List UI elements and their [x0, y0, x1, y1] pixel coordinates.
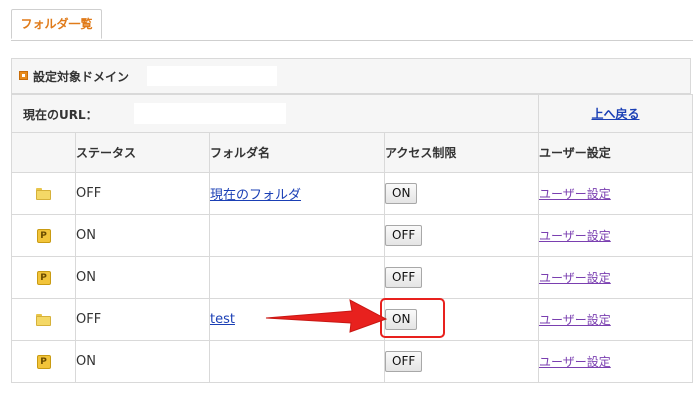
folder-table: 現在のURL： 上へ戻る ステータス フォルダ名 アクセス制限 ユーザー設定 O…	[11, 94, 693, 383]
status-cell: ON	[75, 214, 210, 257]
current-url-redacted	[134, 103, 286, 124]
header-user-settings: ユーザー設定	[538, 132, 693, 173]
table-row: P ON OFF ユーザー設定	[11, 214, 693, 257]
table-row: OFF test ON ユーザー設定	[11, 298, 693, 341]
user-settings-link[interactable]: ユーザー設定	[539, 187, 611, 201]
protected-folder-icon[interactable]: P	[36, 228, 51, 243]
protected-folder-icon[interactable]: P	[36, 270, 51, 285]
folder-icon[interactable]	[36, 313, 51, 326]
header-status: ステータス	[75, 132, 210, 173]
header-icon	[11, 132, 76, 173]
folder-icon[interactable]	[36, 187, 51, 200]
status-cell: ON	[75, 256, 210, 299]
url-row: 現在のURL： 上へ戻る	[11, 94, 693, 133]
square-bullet-icon	[19, 71, 28, 80]
header-access-restriction: アクセス制限	[384, 132, 539, 173]
folder-link[interactable]: test	[210, 312, 235, 327]
domain-label: 設定対象ドメイン	[33, 70, 130, 84]
header-folder-name: フォルダ名	[209, 132, 385, 173]
user-settings-link[interactable]: ユーザー設定	[539, 355, 611, 369]
status-cell: ON	[75, 340, 210, 383]
access-toggle-button[interactable]: OFF	[385, 267, 423, 288]
user-settings-link[interactable]: ユーザー設定	[539, 271, 611, 285]
user-settings-link[interactable]: ユーザー設定	[539, 229, 611, 243]
status-cell: OFF	[75, 172, 210, 215]
url-cell: 現在のURL：	[11, 94, 539, 133]
status-cell: OFF	[75, 298, 210, 341]
table-row: P ON OFF ユーザー設定	[11, 256, 693, 299]
folder-link[interactable]: 現在のフォルダ	[210, 188, 301, 203]
tab-folder-list[interactable]: フォルダ一覧	[11, 9, 102, 39]
domain-bar: 設定対象ドメイン	[11, 58, 691, 94]
protected-folder-icon[interactable]: P	[36, 354, 51, 369]
highlight-box	[380, 298, 445, 338]
table-row: P ON OFF ユーザー設定	[11, 340, 693, 383]
table-header-row: ステータス フォルダ名 アクセス制限 ユーザー設定	[11, 132, 693, 173]
back-up-link[interactable]: 上へ戻る	[538, 94, 693, 133]
access-toggle-button[interactable]: ON	[385, 183, 418, 204]
user-settings-link[interactable]: ユーザー設定	[539, 313, 611, 327]
access-toggle-button[interactable]: OFF	[385, 225, 423, 246]
tab-bar: フォルダ一覧	[11, 9, 693, 41]
domain-value-redacted	[147, 66, 277, 86]
current-url-label: 現在のURL：	[23, 108, 98, 122]
access-toggle-button[interactable]: OFF	[385, 351, 423, 372]
table-row: OFF 現在のフォルダ ON ユーザー設定	[11, 172, 693, 215]
